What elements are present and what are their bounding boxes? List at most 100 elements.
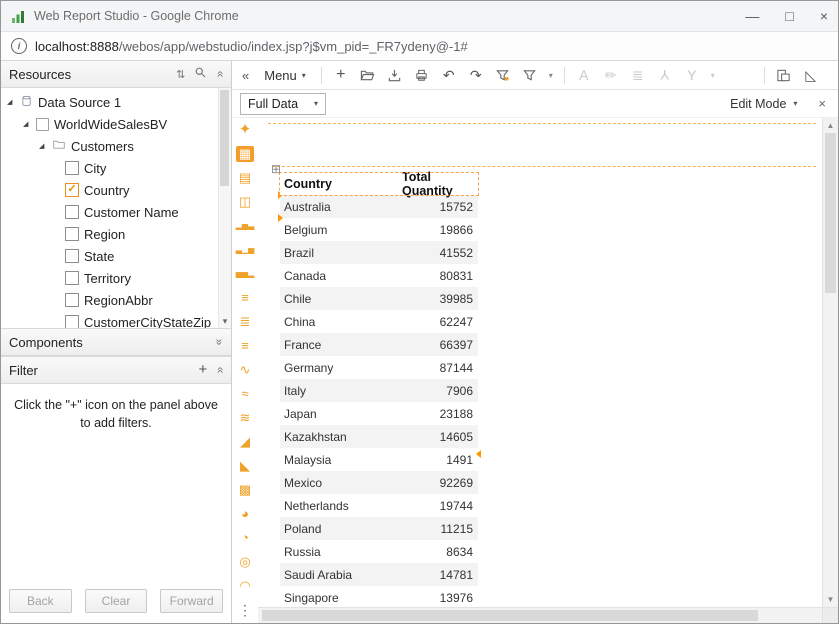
data-view-select[interactable]: Full Data ▾ [240, 93, 326, 115]
horizontal-scrollbar-thumb[interactable] [262, 610, 758, 621]
column-header-total-quantity[interactable]: Total Quantity [402, 173, 478, 195]
more-options-caret-icon[interactable]: ▾ [707, 64, 719, 86]
tree-item-customercitystatezip[interactable]: CustomerCityStateZip [1, 311, 231, 328]
close-edit-icon[interactable]: × [814, 96, 830, 111]
scroll-down-icon[interactable]: ▼ [823, 592, 838, 607]
line-chart-2-icon[interactable]: ≈ [236, 386, 254, 402]
tree-item-region[interactable]: Region [1, 223, 231, 245]
country-cell[interactable]: Canada [280, 264, 402, 287]
maximize-button[interactable]: □ [785, 9, 793, 23]
new-component-button[interactable]: + [329, 64, 353, 86]
tree-scrollbar-thumb[interactable] [220, 90, 229, 186]
edit-mode-label[interactable]: Edit Mode [730, 97, 786, 111]
column-chart-2-icon[interactable]: ▃▁▅ [236, 242, 254, 258]
country-cell[interactable]: Malaysia [280, 448, 402, 471]
collapse-panel-icon[interactable]: » [215, 367, 225, 374]
align-icon[interactable]: ≣ [626, 64, 650, 86]
line-chart-icon[interactable]: ∿ [236, 362, 254, 378]
page-layout-icon[interactable] [772, 64, 796, 86]
horizontal-scrollbar[interactable] [258, 607, 822, 623]
area-chart-icon[interactable]: ◢ [236, 434, 254, 450]
vertical-scrollbar[interactable]: ▲ ▼ [822, 118, 838, 623]
quantity-cell[interactable]: 66397 [402, 333, 478, 356]
page-info-icon[interactable]: i [11, 38, 27, 54]
url-text[interactable]: localhost:8888/webos/app/webstudio/index… [35, 39, 468, 54]
quantity-cell[interactable]: 41552 [402, 241, 478, 264]
country-cell[interactable]: Netherlands [280, 494, 402, 517]
sort-icon[interactable]: ⇅ [176, 68, 185, 81]
quantity-cell[interactable]: 92269 [402, 471, 478, 494]
pivot-icon[interactable]: Y [653, 64, 677, 86]
quantity-cell[interactable]: 1491 [402, 448, 478, 471]
address-bar[interactable]: i localhost:8888/webos/app/webstudio/ind… [1, 32, 838, 61]
report-table[interactable]: ⊞ Country Total Quantity Australia15752 … [280, 173, 478, 607]
tree-item-city[interactable]: City [1, 157, 231, 179]
wand-icon[interactable]: ✦ [236, 122, 254, 138]
quantity-cell[interactable]: 19866 [402, 218, 478, 241]
components-panel-header[interactable]: Components » [1, 328, 231, 356]
country-cell[interactable]: Japan [280, 402, 402, 425]
heatmap-chart-icon[interactable]: ▩ [236, 482, 254, 498]
scroll-up-icon[interactable]: ▲ [823, 118, 838, 133]
pie-chart-icon[interactable]: ◕ [236, 506, 254, 522]
table-header-row[interactable]: Country Total Quantity [280, 173, 478, 195]
quantity-cell[interactable]: 11215 [402, 517, 478, 540]
quantity-cell[interactable]: 14781 [402, 563, 478, 586]
country-cell[interactable]: Poland [280, 517, 402, 540]
quantity-cell[interactable]: 62247 [402, 310, 478, 333]
quantity-cell[interactable]: 80831 [402, 264, 478, 287]
checkbox-unchecked[interactable] [65, 315, 79, 328]
filter-field-icon[interactable]: Y [680, 64, 704, 86]
tree-item-data-source[interactable]: ◢ Data Source 1 [1, 91, 231, 113]
country-cell[interactable]: Kazakhstan [280, 425, 402, 448]
vertical-scrollbar-thumb[interactable] [825, 133, 836, 293]
open-icon[interactable] [356, 64, 380, 86]
print-icon[interactable] [410, 64, 434, 86]
expander-icon[interactable]: ◢ [23, 120, 31, 128]
column-chart-3-icon[interactable]: ▅▅▂ [236, 266, 254, 282]
collapse-toolbar-icon[interactable]: « [238, 68, 253, 83]
arc-chart-icon[interactable]: ◠ [236, 578, 254, 594]
export-icon[interactable] [383, 64, 407, 86]
country-cell[interactable]: Belgium [280, 218, 402, 241]
move-handle-icon[interactable]: ⊞ [271, 163, 281, 175]
undo-icon[interactable]: ↶ [437, 64, 461, 86]
tree-scrollbar[interactable]: ▾ [218, 88, 231, 328]
tree-item-business-view[interactable]: ◢ WorldWideSalesBV [1, 113, 231, 135]
crosstab-icon[interactable]: ◫ [236, 194, 254, 210]
scroll-down-icon[interactable]: ▾ [219, 315, 231, 328]
quantity-cell[interactable]: 15752 [402, 195, 478, 218]
expander-icon[interactable]: ◢ [39, 142, 47, 150]
collapse-panel-icon[interactable]: » [215, 71, 225, 78]
chevron-down-icon[interactable]: ▾ [793, 99, 797, 108]
checkbox-unchecked[interactable] [65, 161, 79, 175]
quantity-cell[interactable]: 23188 [402, 402, 478, 425]
filter-icon[interactable] [518, 64, 542, 86]
expander-icon[interactable]: ◢ [7, 98, 15, 106]
country-cell[interactable]: China [280, 310, 402, 333]
bar-chart-2-icon[interactable]: ≣ [236, 314, 254, 330]
filter-menu-caret-icon[interactable]: ▾ [545, 64, 557, 86]
minimize-button[interactable]: — [745, 9, 759, 23]
quantity-cell[interactable]: 13976 [402, 586, 478, 607]
checkbox-unchecked[interactable] [65, 293, 79, 307]
report-canvas[interactable]: ⊞ Country Total Quantity Australia15752 … [258, 118, 822, 607]
tree-item-country[interactable]: ✓ Country [1, 179, 231, 201]
pie-chart-2-icon[interactable]: ◔ [236, 530, 254, 546]
tree-item-state[interactable]: State [1, 245, 231, 267]
format-icon[interactable]: ✏ [599, 64, 623, 86]
checkbox-unchecked[interactable] [65, 249, 79, 263]
tree-item-territory[interactable]: Territory [1, 267, 231, 289]
back-button[interactable]: Back [9, 589, 72, 613]
clear-button[interactable]: Clear [85, 589, 148, 613]
checkbox-unchecked[interactable] [65, 227, 79, 241]
page-orientation-icon[interactable]: ◺ [799, 64, 823, 86]
country-cell[interactable]: Brazil [280, 241, 402, 264]
country-cell[interactable]: Saudi Arabia [280, 563, 402, 586]
quantity-cell[interactable]: 39985 [402, 287, 478, 310]
table-component-icon[interactable]: ▦ [236, 146, 254, 162]
column-chart-icon[interactable]: ▂▅▃ [236, 218, 254, 234]
quantity-cell[interactable]: 14605 [402, 425, 478, 448]
country-cell[interactable]: Russia [280, 540, 402, 563]
filter-panel-header[interactable]: Filter + » [1, 356, 231, 384]
